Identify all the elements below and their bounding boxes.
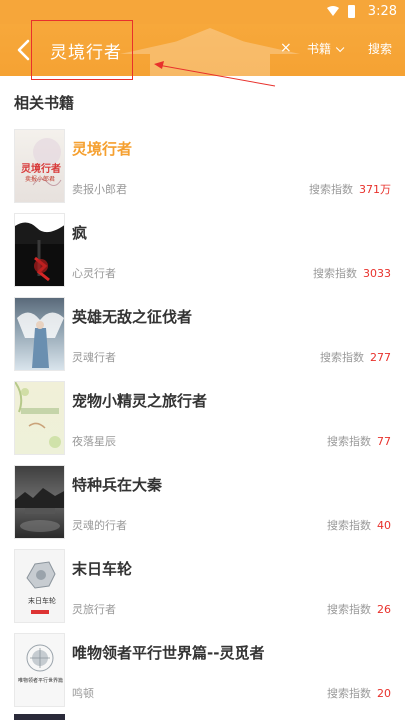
status-bar: 3:28 xyxy=(0,0,405,24)
search-index-value: 77 xyxy=(377,435,391,448)
book-cover xyxy=(14,381,65,455)
book-cover: 末日车轮 xyxy=(14,549,65,623)
book-cover: 唯物领者平行世界篇 xyxy=(14,633,65,707)
search-index-value: 3033 xyxy=(363,267,391,280)
book-item[interactable]: 灵境行者 卖报小郎君 灵境行者 卖报小郎君 搜索指数 371万 xyxy=(0,124,405,208)
cover-title: 灵境行者 xyxy=(21,164,61,175)
book-author: 卖报小郎君 xyxy=(72,183,127,196)
category-dropdown[interactable]: 书籍 xyxy=(307,40,345,57)
search-index: 搜索指数 277 xyxy=(320,349,391,365)
book-item[interactable]: 末日车轮 末日车轮 灵旅行者 搜索指数 26 xyxy=(0,544,405,628)
search-button[interactable]: 搜索 xyxy=(368,40,392,57)
search-index-label: 搜索指数 xyxy=(327,687,371,700)
search-index-label: 搜索指数 xyxy=(327,603,371,616)
cover-art xyxy=(15,488,64,532)
cover-art xyxy=(26,644,54,672)
search-index-label: 搜索指数 xyxy=(327,519,371,532)
search-query: 灵境行者 xyxy=(50,43,122,63)
book-item[interactable]: 宠物小精灵之旅行者 夜落星辰 搜索指数 77 xyxy=(0,376,405,460)
search-index: 搜索指数 3033 xyxy=(313,265,391,281)
search-index-value: 277 xyxy=(370,351,391,364)
category-label: 书籍 xyxy=(307,42,332,56)
book-author: 鸣顿 xyxy=(72,687,94,700)
book-title: 特种兵在大秦 xyxy=(72,476,163,494)
clear-search-icon[interactable]: × xyxy=(280,40,292,56)
search-index: 搜索指数 20 xyxy=(327,685,391,701)
search-index-label: 搜索指数 xyxy=(327,435,371,448)
search-index-value: 40 xyxy=(377,519,391,532)
wifi-icon xyxy=(327,6,339,16)
book-author: 灵魂行者 xyxy=(72,351,116,364)
book-cover xyxy=(14,297,65,371)
search-index-label: 搜索指数 xyxy=(309,183,353,196)
book-list: 灵境行者 卖报小郎君 灵境行者 卖报小郎君 搜索指数 371万 疯 心灵行者 搜索… xyxy=(0,124,405,712)
book-cover: 灵境行者 卖报小郎君 xyxy=(14,129,65,203)
cover-art xyxy=(15,214,64,282)
search-index-value: 20 xyxy=(377,687,391,700)
book-title: 宠物小精灵之旅行者 xyxy=(72,392,208,410)
next-book-cover-peek xyxy=(14,714,65,720)
book-author: 灵旅行者 xyxy=(72,603,116,616)
book-title: 英雄无敌之征伐者 xyxy=(72,308,193,326)
book-item[interactable]: 唯物领者平行世界篇 唯物领者平行世界篇--灵觅者 鸣顿 搜索指数 20 xyxy=(0,628,405,712)
publisher-badge xyxy=(31,610,49,614)
book-item[interactable]: 英雄无敌之征伐者 灵魂行者 搜索指数 277 xyxy=(0,292,405,376)
book-cover xyxy=(14,465,65,539)
book-title: 疯 xyxy=(72,224,88,242)
search-index-value: 26 xyxy=(377,603,391,616)
battery-icon xyxy=(348,5,355,18)
search-index: 搜索指数 371万 xyxy=(309,181,391,197)
cover-title: 末日车轮 xyxy=(28,597,56,605)
search-header: 灵境行者 xyxy=(0,24,405,76)
cover-title: 唯物领者平行世界篇 xyxy=(17,678,63,684)
back-arrow-icon[interactable] xyxy=(12,37,36,63)
book-author: 心灵行者 xyxy=(72,267,116,280)
search-index-value: 371万 xyxy=(359,183,391,196)
search-index: 搜索指数 77 xyxy=(327,433,391,449)
search-index-label: 搜索指数 xyxy=(320,351,364,364)
search-index: 搜索指数 26 xyxy=(327,601,391,617)
book-cover xyxy=(14,213,65,287)
book-author: 夜落星辰 xyxy=(72,435,116,448)
search-index: 搜索指数 40 xyxy=(327,517,391,533)
book-item[interactable]: 疯 心灵行者 搜索指数 3033 xyxy=(0,208,405,292)
cover-art xyxy=(15,382,61,448)
book-item[interactable]: 特种兵在大秦 灵魂的行者 搜索指数 40 xyxy=(0,460,405,544)
book-title: 唯物领者平行世界篇--灵觅者 xyxy=(72,644,265,662)
book-title: 末日车轮 xyxy=(72,560,133,578)
cover-art xyxy=(17,312,64,368)
book-author: 灵魂的行者 xyxy=(72,519,127,532)
section-title: 相关书籍 xyxy=(14,94,75,112)
clock: 3:28 xyxy=(367,4,397,19)
search-index-label: 搜索指数 xyxy=(313,267,357,280)
book-title: 灵境行者 xyxy=(72,140,133,158)
cover-author: 卖报小郎君 xyxy=(25,176,56,183)
